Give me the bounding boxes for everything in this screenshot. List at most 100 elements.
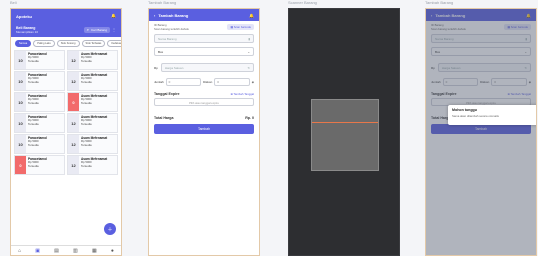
product-card[interactable]: 10 Paracetamol Rp 5000 Tersedia [14,92,65,112]
section-sub: Menampilkan 10 [16,30,39,34]
product-note: Tersedia [81,100,92,105]
product-info: Paracetamol Rp 5000 Tersedia [26,135,49,153]
add-fab-button[interactable]: ＋ [104,223,116,235]
discount-input[interactable]: 0 [214,78,250,87]
loading-dialog: Mohon tunggu Sama akan ditambah secara o… [448,105,536,125]
cart-plus-icon: ＋ [107,226,113,233]
disc-label: Diskon [203,80,213,85]
stock-qty: 0 [15,156,26,174]
product-note: Tersedia [28,121,39,126]
product-info: Paracetamol Rp 5000 Tersedia [26,156,49,174]
scan-label: Scan barcode [233,25,251,29]
product-note: Tersedia [28,142,39,147]
product-info: Paracetamol Rp 5000 Tersedia [26,93,49,111]
scanner-viewfinder [311,99,379,171]
box-icon[interactable]: ▤ [54,248,59,254]
filter-chip[interactable]: Paling Laku [33,40,55,47]
price-placeholder: Harga Satuan [164,65,184,70]
stock-qty: 10 [15,51,26,69]
product-info: Asam Mefenamat Rp 5000 Tersedia [79,156,109,174]
qty-input[interactable]: 0 [165,78,202,87]
frame-title: Tambah Barang [148,0,177,5]
add-item-screen: ‹ Tambah Barang 🔔 ID Barang Scan barang … [148,8,260,256]
stock-qty: 12 [68,114,79,132]
bell-icon[interactable]: 🔔 [111,14,116,18]
product-card[interactable]: 12 Asam Mefenamat Rp 5000 Tersedia [67,71,118,91]
product-note: Tersedia [81,121,92,126]
stock-qty: 10 [15,72,26,90]
expiry-hint[interactable]: Pilih atau tanggal expire [154,98,254,107]
product-note: Tersedia [28,58,39,63]
total-label: Total Harga [154,116,174,121]
product-note: Tersedia [81,142,92,147]
product-card[interactable]: 10 Paracetamol Rp 5000 Tersedia [14,113,65,133]
product-info: Paracetamol Rp 5000 Tersedia [26,51,49,69]
stock-qty: 12 [68,135,79,153]
filter-chip[interactable]: Stok Terbatas [81,40,106,47]
stock-qty: 10 [15,114,26,132]
product-info: Asam Mefenamat Rp 5000 Tersedia [79,93,109,111]
barcode-icon: ▮ [248,36,250,41]
factory-icon[interactable]: ▥ [73,248,78,254]
bottom-nav: ⌂ ▣ ▤ ▥ ▦ ● [11,245,121,255]
stock-qty: 12 [68,72,79,90]
form-header: ‹ Tambah Barang 🔔 [149,9,259,21]
user-icon[interactable]: ● [111,248,114,254]
scanner-screen [288,8,400,256]
modal-overlay [426,9,536,255]
expiry-label: Tanggal Expire [154,92,180,97]
filter-chip[interactable]: Stok Kosong [56,40,80,47]
cart-icon[interactable]: ▣ [35,248,40,254]
product-grid: 10 Paracetamol Rp 5000 Tersedia 12 Asam Mefen… [11,50,121,175]
product-info: Asam Mefenamat Rp 5000 Tersedia [79,72,109,90]
filter-chip[interactable]: Kedaluwarsa [107,40,121,47]
more-icon[interactable]: ⋮ [112,28,116,32]
product-note: Tersedia [28,100,39,105]
dialog-title: Mohon tunggu [452,108,477,112]
total-value: Rp. 0 [245,116,254,121]
product-note: Tersedia [81,58,92,63]
product-card[interactable]: 12 Asam Mefenamat Rp 5000 Tersedia [67,50,118,70]
unit-value: Box [158,49,164,54]
frame-title: Tambah Barang [425,0,454,5]
frame-title: Scanner Barang [288,0,317,5]
product-note: Tersedia [81,163,92,168]
product-card[interactable]: 10 Paracetamol Rp 5000 Tersedia [14,71,65,91]
home-icon[interactable]: ⌂ [18,248,21,254]
product-card[interactable]: 12 Asam Mefenamat Rp 5000 Tersedia [67,134,118,154]
stock-qty: 10 [15,135,26,153]
add-item-loading-screen: ‹ Tambah Barang 🔔 ID Barang Scan barang … [425,8,537,256]
dialog-message: Sama akan ditambah secara otomatis [452,114,499,118]
bell-icon[interactable]: 🔔 [249,13,254,18]
tag-icon: ◈ [251,80,254,85]
submit-button[interactable]: Tambah [154,124,254,135]
price-input[interactable]: Harga Satuan ↻ [160,63,254,73]
search-button[interactable]: ⌕ Cari Barang [83,27,110,33]
form-title: Tambah Barang [158,12,189,18]
filter-chip[interactable]: Semua [15,40,32,47]
back-icon[interactable]: ‹ [154,13,155,18]
product-note: Tersedia [28,163,39,168]
item-name-input[interactable]: Nama Barang ▮ [154,34,254,44]
add-date-link[interactable]: ⊕ Tambah Tanggal [230,92,254,96]
scan-button[interactable]: ▦ Scan barcode [227,24,254,30]
product-card[interactable]: 12 Asam Mefenamat Rp 5000 Tersedia [67,155,118,175]
product-note: Tersedia [28,79,39,84]
product-card[interactable]: 12 Asam Mefenamat Rp 5000 Tersedia [67,113,118,133]
product-card[interactable]: 10 Paracetamol Rp 5000 Tersedia [14,134,65,154]
qty-label: Jumlah [154,80,164,85]
frame-title: Beli [10,0,17,5]
filter-chips: Semua Paling Laku Stok Kosong Stok Terbatas… [11,37,121,50]
product-info: Asam Mefenamat Rp 5000 Tersedia [79,51,109,69]
item-name-placeholder: Nama Barang [158,36,177,41]
product-note: Tersedia [81,79,92,84]
product-card[interactable]: 0 Asam Mefenamat Rp 5000 Tersedia [67,92,118,112]
product-card[interactable]: 0 Paracetamol Rp 5000 Tersedia [14,155,65,175]
product-card[interactable]: 10 Paracetamol Rp 5000 Tersedia [14,50,65,70]
stock-qty: 12 [68,51,79,69]
product-info: Paracetamol Rp 5000 Tersedia [26,114,49,132]
report-icon[interactable]: ▦ [92,248,97,254]
unit-select[interactable]: Box ⌄ [154,47,254,57]
refresh-icon: ↻ [247,65,250,70]
stock-qty: 10 [15,93,26,111]
